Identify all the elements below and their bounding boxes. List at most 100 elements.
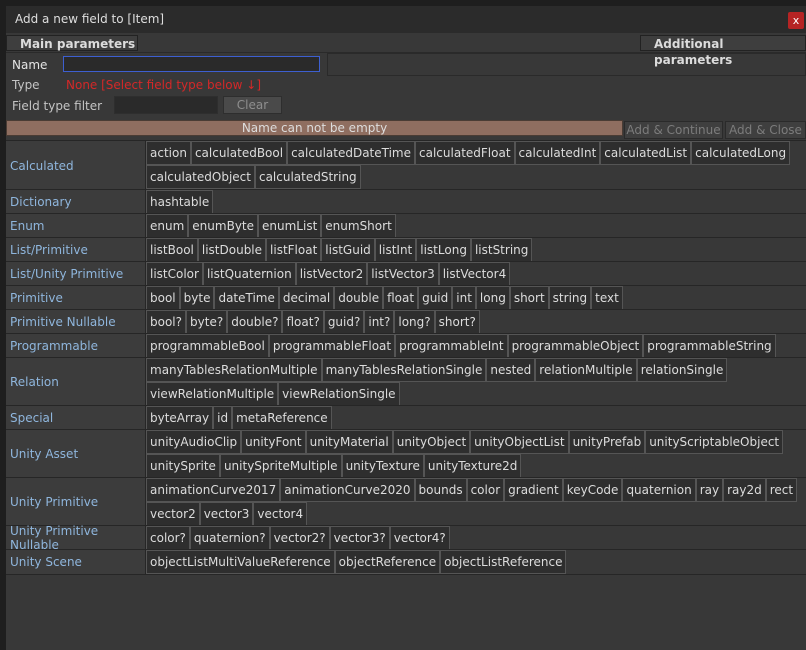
type-chip[interactable]: nested xyxy=(486,358,536,382)
type-chip[interactable]: vector3 xyxy=(199,502,254,526)
type-chip[interactable]: action xyxy=(146,141,191,165)
type-chip[interactable]: decimal xyxy=(278,286,335,310)
type-chip[interactable]: calculatedLong xyxy=(691,141,791,165)
type-chip[interactable]: byteArray xyxy=(146,406,214,430)
type-chip[interactable]: listVector3 xyxy=(367,262,439,286)
type-chip[interactable]: listLong xyxy=(416,238,471,262)
type-chip[interactable]: guid? xyxy=(323,310,365,334)
type-chip[interactable]: ray xyxy=(695,478,724,502)
type-chip[interactable]: programmableFloat xyxy=(268,334,396,358)
type-chip[interactable]: listColor xyxy=(146,262,203,286)
type-chip[interactable]: short xyxy=(509,286,549,310)
type-chip[interactable]: id xyxy=(213,406,233,430)
type-chip[interactable]: calculatedFloat xyxy=(415,141,515,165)
type-chip[interactable]: int? xyxy=(364,310,395,334)
type-chip[interactable]: calculatedInt xyxy=(514,141,601,165)
type-chip[interactable]: bounds xyxy=(414,478,467,502)
type-chip[interactable]: unityObjectList xyxy=(470,430,569,454)
field-type-filter-input[interactable] xyxy=(114,96,218,114)
type-chip[interactable]: float? xyxy=(282,310,324,334)
type-chip[interactable]: bool xyxy=(146,286,180,310)
add-close-button[interactable]: Add & Close xyxy=(725,121,806,139)
type-chip[interactable]: quaternion xyxy=(622,478,696,502)
type-chip[interactable]: unityTexture xyxy=(341,454,424,478)
type-chip[interactable]: color? xyxy=(146,526,190,550)
type-chip[interactable]: enum xyxy=(146,214,189,238)
type-chip[interactable]: relationMultiple xyxy=(535,358,637,382)
type-chip[interactable]: unityPrefab xyxy=(568,430,646,454)
type-chip[interactable]: programmableObject xyxy=(507,334,644,358)
type-chip[interactable]: enumList xyxy=(258,214,322,238)
type-chip[interactable]: calculatedObject xyxy=(146,165,255,189)
type-chip[interactable]: keyCode xyxy=(562,478,623,502)
type-chip[interactable]: vector2? xyxy=(269,526,330,550)
type-chip[interactable]: guid xyxy=(418,286,453,310)
type-chip[interactable]: color xyxy=(466,478,505,502)
type-chip[interactable]: listString xyxy=(470,238,533,262)
type-chip[interactable]: calculatedString xyxy=(254,165,361,189)
type-chip[interactable]: rect xyxy=(765,478,798,502)
close-button[interactable]: x xyxy=(788,12,804,29)
type-chip[interactable]: short? xyxy=(434,310,480,334)
type-chip[interactable]: objectListMultiValueReference xyxy=(146,550,335,574)
name-input[interactable] xyxy=(63,56,320,72)
type-chip[interactable]: unityObject xyxy=(392,430,471,454)
type-chip[interactable]: viewRelationMultiple xyxy=(146,382,279,406)
type-chip[interactable]: unityAudioClip xyxy=(146,430,242,454)
type-chip[interactable]: float xyxy=(383,286,419,310)
type-chip[interactable]: animationCurve2017 xyxy=(146,478,281,502)
type-chip[interactable]: quaternion? xyxy=(189,526,270,550)
type-chip[interactable]: programmableInt xyxy=(395,334,508,358)
add-continue-button[interactable]: Add & Continue xyxy=(624,121,723,139)
title-bar[interactable]: Add a new field to [Item] x xyxy=(6,6,806,33)
type-chip[interactable]: enumShort xyxy=(321,214,396,238)
type-chip[interactable]: unityFont xyxy=(241,430,306,454)
type-chip[interactable]: bool? xyxy=(146,310,187,334)
type-chip[interactable]: objectReference xyxy=(334,550,441,574)
type-chip[interactable]: listDouble xyxy=(197,238,267,262)
type-chip[interactable]: programmableBool xyxy=(146,334,269,358)
type-chip[interactable]: objectListReference xyxy=(440,550,567,574)
type-chip[interactable]: animationCurve2020 xyxy=(280,478,415,502)
type-chip[interactable]: gradient xyxy=(504,478,563,502)
type-chip[interactable]: ray2d xyxy=(723,478,766,502)
type-chip[interactable]: double xyxy=(334,286,384,310)
type-chip[interactable]: metaReference xyxy=(232,406,332,430)
type-chip[interactable]: listVector4 xyxy=(438,262,511,286)
type-chip[interactable]: unitySprite xyxy=(146,454,220,478)
type-chip[interactable]: programmableString xyxy=(643,334,776,358)
type-chip[interactable]: listVector2 xyxy=(295,262,368,286)
type-chip[interactable]: text xyxy=(591,286,623,310)
type-chip[interactable]: byte? xyxy=(186,310,228,334)
type-chip[interactable]: listGuid xyxy=(321,238,375,262)
tab-additional-parameters[interactable]: Additional parameters xyxy=(640,35,806,67)
type-chip[interactable]: unityScriptableObject xyxy=(645,430,784,454)
type-chip[interactable]: long? xyxy=(394,310,435,334)
tab-main-parameters[interactable]: Main parameters xyxy=(6,35,138,51)
type-chip[interactable]: calculatedList xyxy=(600,141,692,165)
type-chip[interactable]: vector4 xyxy=(253,502,308,526)
type-chip[interactable]: string xyxy=(548,286,592,310)
type-chip[interactable]: int xyxy=(452,286,476,310)
type-chip[interactable]: long xyxy=(475,286,510,310)
type-chip[interactable]: vector2 xyxy=(146,502,200,526)
type-chip[interactable]: unityTexture2d xyxy=(423,454,522,478)
clear-filter-button[interactable]: Clear xyxy=(223,96,282,114)
type-chip[interactable]: manyTablesRelationSingle xyxy=(321,358,487,382)
type-chip[interactable]: calculatedDateTime xyxy=(287,141,416,165)
type-chip[interactable]: calculatedBool xyxy=(190,141,288,165)
type-chip[interactable]: listBool xyxy=(146,238,198,262)
type-chip[interactable]: listFloat xyxy=(266,238,322,262)
type-chip[interactable]: unityMaterial xyxy=(305,430,393,454)
type-chip[interactable]: listQuaternion xyxy=(202,262,296,286)
type-chip[interactable]: unitySpriteMultiple xyxy=(219,454,342,478)
type-chip[interactable]: manyTablesRelationMultiple xyxy=(146,358,322,382)
type-chip[interactable]: vector4? xyxy=(389,526,450,550)
type-chip[interactable]: byte xyxy=(179,286,215,310)
type-chip[interactable]: vector3? xyxy=(329,526,390,550)
type-chip[interactable]: enumByte xyxy=(188,214,259,238)
type-chip[interactable]: viewRelationSingle xyxy=(278,382,400,406)
type-chip[interactable]: relationSingle xyxy=(636,358,728,382)
type-chip[interactable]: hashtable xyxy=(146,190,214,214)
type-chip[interactable]: dateTime xyxy=(214,286,279,310)
